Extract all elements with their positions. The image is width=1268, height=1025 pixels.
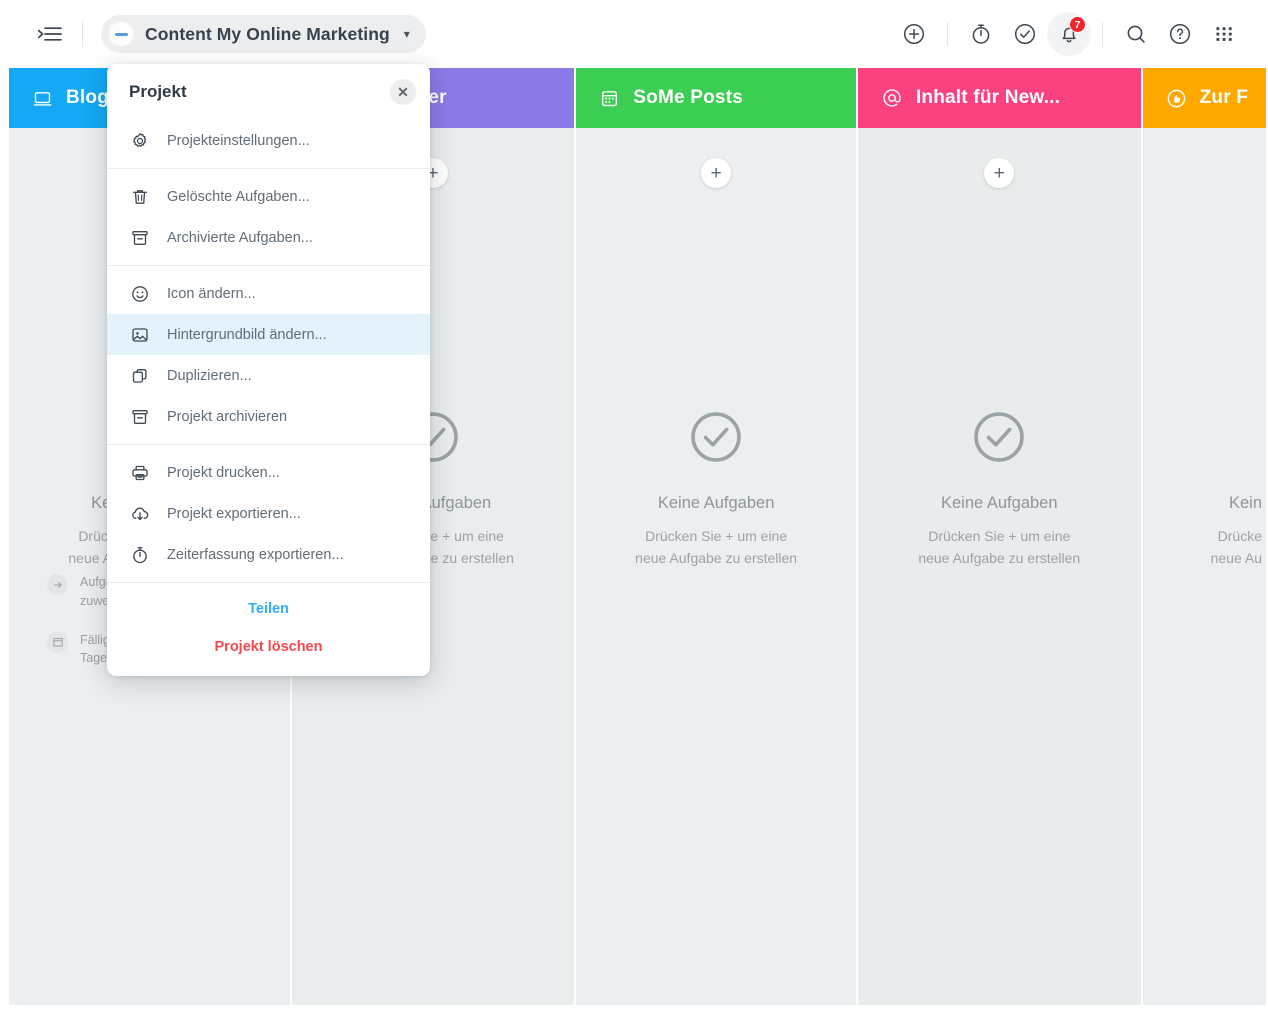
menu-export-project[interactable]: Projekt exportieren...: [107, 493, 430, 534]
menu-change-icon[interactable]: Icon ändern...: [107, 273, 430, 314]
project-selector[interactable]: Content My Online Marketing ▾: [101, 15, 426, 53]
empty-state: Keine Aufgaben Drücken Sie + um eine neu…: [858, 408, 1141, 569]
menu-duplicate[interactable]: Duplizieren...: [107, 355, 430, 396]
add-card-button[interactable]: +: [984, 158, 1015, 188]
empty-subtitle-line1: Drücken Sie + um eine: [645, 528, 788, 544]
archive-icon: [129, 228, 151, 248]
menu-separator: [107, 582, 430, 583]
project-menu-title: Projekt: [129, 82, 187, 101]
column-title: SoMe Posts: [633, 87, 743, 108]
column-title: Zur F: [1199, 87, 1249, 108]
menu-deleted-tasks[interactable]: Gelöschte Aufgaben...: [107, 176, 430, 217]
column-title: Blog: [66, 87, 110, 108]
empty-subtitle-line2: neue Au: [1210, 549, 1262, 566]
top-bar-actions: 7: [892, 12, 1268, 56]
empty-state: Kein Drücke neue Au: [1143, 408, 1266, 569]
column-header-inhalt[interactable]: Inhalt für New...: [857, 68, 1141, 128]
menu-item-label: Duplizieren...: [167, 367, 252, 384]
share-project-button[interactable]: Teilen: [107, 590, 430, 628]
printer-icon: [129, 463, 151, 483]
column-title: Inhalt für New...: [915, 87, 1061, 108]
tasks-button[interactable]: [1003, 12, 1047, 56]
laptop-icon: [32, 88, 53, 109]
apps-button[interactable]: [1202, 12, 1246, 56]
empty-subtitle-line2: neue Aufgabe zu erstellen: [918, 549, 1081, 566]
column-header-some-posts[interactable]: SoMe Posts: [576, 68, 856, 128]
menu-export-time-tracking[interactable]: Zeiterfassung exportieren...: [107, 534, 430, 575]
trash-icon: [129, 187, 151, 207]
menu-item-label: Projekteinstellungen...: [167, 132, 310, 149]
empty-title: Keine Aufgaben: [941, 494, 1058, 512]
add-card-button[interactable]: +: [701, 158, 732, 188]
empty-title: Kein: [1228, 494, 1262, 512]
menu-item-label: Icon ändern...: [167, 285, 256, 302]
project-menu-header: Projekt ✕: [107, 64, 430, 120]
actions-divider-2: [1102, 22, 1103, 46]
close-icon[interactable]: ✕: [390, 79, 416, 105]
timer-button[interactable]: [959, 12, 1003, 56]
thumbs-up-icon: [1166, 88, 1187, 109]
empty-state: Keine Aufgaben Drücken Sie + um eine neu…: [576, 408, 856, 569]
menu-project-settings[interactable]: Projekteinstellungen...: [107, 120, 430, 161]
check-circle-icon: [687, 408, 745, 471]
column-header-zur-freigabe[interactable]: Zur F: [1142, 68, 1266, 128]
empty-subtitle-line2: neue Aufgabe zu erstellen: [635, 549, 798, 566]
gear-icon: [129, 131, 151, 151]
notifications-button[interactable]: 7: [1047, 12, 1091, 56]
archive-icon: [129, 407, 151, 427]
project-name: Content My Online Marketing: [145, 23, 390, 44]
menu-separator: [107, 265, 430, 266]
menu-item-label: Zeiterfassung exportieren...: [167, 546, 344, 563]
image-icon: [129, 325, 151, 345]
menu-archived-tasks[interactable]: Archivierte Aufgaben...: [107, 217, 430, 258]
stopwatch-icon: [129, 545, 151, 565]
project-menu: Projekt ✕ Projekteinstellungen... Gelösc…: [107, 64, 430, 676]
copy-icon: [129, 366, 151, 386]
board-column-some-posts[interactable]: SoMe Posts + Keine Aufgaben Drücken Sie …: [576, 68, 856, 1005]
menu-item-label: Projekt drucken...: [167, 464, 280, 481]
empty-subtitle-line1: Drücke: [1217, 528, 1262, 544]
board-column-inhalt-fuer-newsletter[interactable]: Inhalt für New... + Keine Aufgaben Drück…: [857, 68, 1141, 1005]
arrow-right-icon: [47, 574, 68, 595]
top-bar: Content My Online Marketing ▾ 7: [0, 0, 1268, 68]
menu-item-label: Hintergrundbild ändern...: [167, 326, 327, 343]
empty-subtitle-line1: Drücken Sie + um eine: [928, 528, 1071, 544]
check-circle-icon: [970, 408, 1028, 471]
smiley-icon: [129, 284, 151, 304]
at-sign-icon: [881, 87, 903, 109]
search-button[interactable]: [1114, 12, 1158, 56]
app-root: Content My Online Marketing ▾ 7 Blog Drü…: [0, 0, 1268, 1025]
empty-title: Keine Aufgaben: [657, 494, 775, 512]
calendar-icon: [599, 88, 620, 109]
hint-line2: Tage: [80, 651, 108, 666]
menu-change-background[interactable]: Hintergrundbild ändern...: [107, 314, 430, 355]
help-button[interactable]: [1158, 12, 1202, 56]
menu-separator: [107, 168, 430, 169]
collapse-sidebar-icon[interactable]: [34, 18, 66, 50]
menu-item-label: Projekt archivieren: [167, 408, 288, 425]
menu-archive-project[interactable]: Projekt archivieren: [107, 396, 430, 437]
add-button[interactable]: [892, 12, 936, 56]
actions-divider-1: [947, 22, 948, 46]
menu-item-label: Projekt exportieren...: [167, 505, 301, 522]
toolbar-divider: [82, 21, 83, 47]
menu-separator: [107, 444, 430, 445]
menu-item-label: Archivierte Aufgaben...: [167, 229, 313, 246]
project-avatar-icon: [108, 21, 134, 47]
calendar-icon: [47, 631, 68, 653]
board-column-zur-freigabe[interactable]: Zur F Kein Drücke neue Au: [1142, 68, 1266, 1005]
delete-project-button[interactable]: Projekt löschen: [107, 628, 430, 666]
menu-print-project[interactable]: Projekt drucken...: [107, 452, 430, 493]
chevron-down-icon: ▾: [403, 27, 410, 41]
cloud-download-icon: [129, 504, 151, 524]
notification-badge: 7: [1069, 16, 1086, 33]
menu-item-label: Gelöschte Aufgaben...: [167, 188, 310, 205]
